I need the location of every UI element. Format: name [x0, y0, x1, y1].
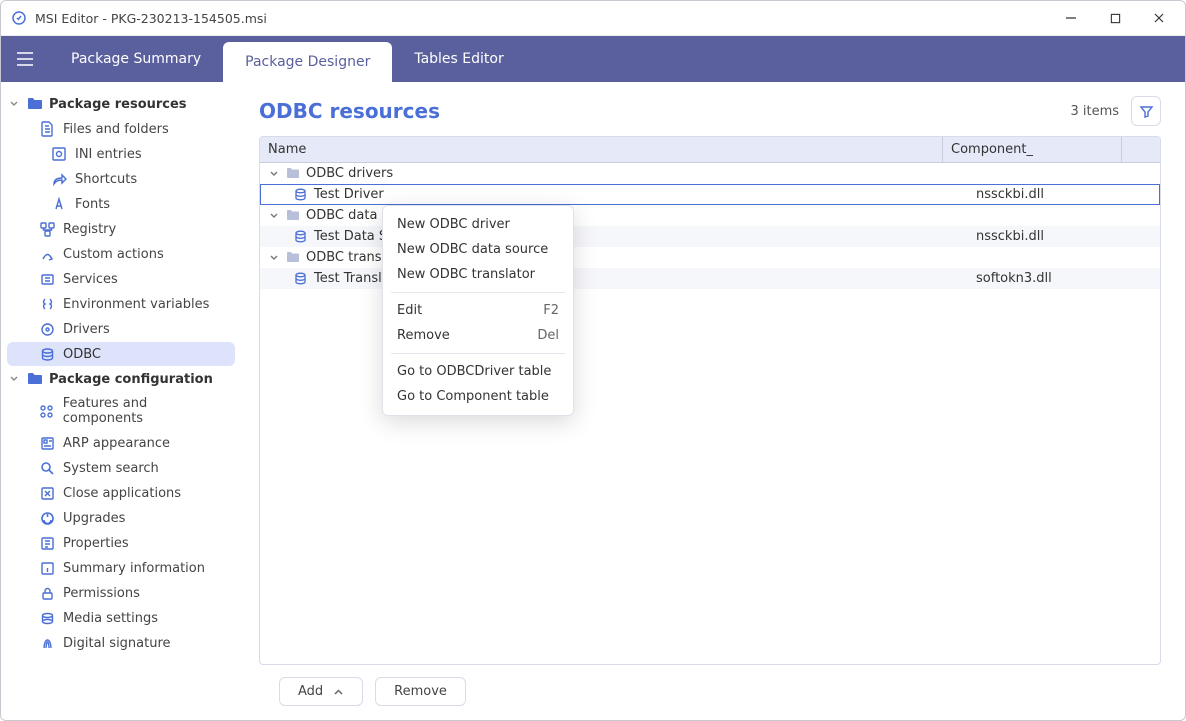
folder-icon: [27, 96, 43, 112]
chevron-down-icon[interactable]: [268, 252, 280, 264]
services-icon: [39, 271, 55, 287]
table-row[interactable]: ODBC drivers: [260, 163, 1160, 184]
ini-icon: [51, 146, 67, 162]
col-extra: [1122, 137, 1160, 162]
col-name[interactable]: Name: [260, 137, 943, 162]
remove-button[interactable]: Remove: [375, 677, 466, 706]
chevron-down-icon: [9, 374, 21, 384]
sidebar-group-label: Package configuration: [49, 372, 213, 387]
separator: [391, 353, 565, 354]
maximize-button[interactable]: [1093, 1, 1137, 35]
sidebar: Package resources Files and folders INI …: [1, 82, 245, 720]
page-title: ODBC resources: [259, 99, 440, 123]
chevron-up-icon: [333, 687, 344, 697]
minimize-button[interactable]: [1049, 1, 1093, 35]
sidebar-item-services[interactable]: Services: [7, 267, 235, 291]
tab-tables-editor[interactable]: Tables Editor: [392, 36, 525, 82]
chevron-down-icon[interactable]: [268, 168, 280, 180]
env-icon: [39, 296, 55, 312]
folder-icon: [27, 371, 43, 387]
ctx-goto-component-table[interactable]: Go to Component table: [383, 384, 573, 409]
features-icon: [39, 403, 55, 419]
lock-icon: [39, 585, 55, 601]
filter-button[interactable]: [1131, 96, 1161, 126]
ctx-new-driver[interactable]: New ODBC driver: [383, 212, 573, 237]
table-row[interactable]: Test Driver nssckbi.dll: [260, 184, 1160, 205]
window-title: MSI Editor - PKG-230213-154505.msi: [35, 11, 267, 26]
search-icon: [39, 460, 55, 476]
drivers-icon: [39, 321, 55, 337]
body: Package resources Files and folders INI …: [1, 82, 1185, 720]
database-icon: [294, 230, 308, 244]
sidebar-group-label: Package resources: [49, 97, 187, 112]
sidebar-item-shortcuts[interactable]: Shortcuts: [7, 167, 235, 191]
ctx-remove[interactable]: RemoveDel: [383, 323, 573, 348]
database-icon: [294, 188, 308, 202]
font-icon: [51, 196, 67, 212]
database-icon: [294, 272, 308, 286]
sidebar-item-ini[interactable]: INI entries: [7, 142, 235, 166]
titlebar: MSI Editor - PKG-230213-154505.msi: [1, 1, 1185, 36]
sidebar-item-upgrades[interactable]: Upgrades: [7, 506, 235, 530]
add-button[interactable]: Add: [279, 677, 363, 706]
upgrades-icon: [39, 510, 55, 526]
sidebar-item-signature[interactable]: Digital signature: [7, 631, 235, 655]
sidebar-item-permissions[interactable]: Permissions: [7, 581, 235, 605]
sidebar-item-odbc[interactable]: ODBC: [7, 342, 235, 366]
chevron-down-icon: [9, 99, 21, 109]
fingerprint-icon: [39, 635, 55, 651]
folder-icon: [286, 209, 300, 223]
hamburger-button[interactable]: [1, 36, 49, 82]
tab-package-designer[interactable]: Package Designer: [223, 42, 392, 82]
table-header: Name Component_: [260, 137, 1160, 163]
ctx-new-translator[interactable]: New ODBC translator: [383, 262, 573, 287]
registry-icon: [39, 221, 55, 237]
info-icon: [39, 560, 55, 576]
col-component[interactable]: Component_: [943, 137, 1122, 162]
ctx-goto-driver-table[interactable]: Go to ODBCDriver table: [383, 359, 573, 384]
sidebar-item-search[interactable]: System search: [7, 456, 235, 480]
media-icon: [39, 610, 55, 626]
arp-icon: [39, 435, 55, 451]
app-logo-icon: [11, 10, 27, 26]
sidebar-item-close-apps[interactable]: Close applications: [7, 481, 235, 505]
sidebar-group-config[interactable]: Package configuration: [3, 367, 239, 391]
sidebar-item-properties[interactable]: Properties: [7, 531, 235, 555]
sidebar-item-files[interactable]: Files and folders: [7, 117, 235, 141]
sidebar-group-resources[interactable]: Package resources: [3, 92, 239, 116]
shortcut-icon: [51, 171, 67, 187]
ctx-edit[interactable]: EditF2: [383, 298, 573, 323]
odbc-icon: [39, 346, 55, 362]
folder-icon: [286, 251, 300, 265]
sidebar-item-summary-info[interactable]: Summary information: [7, 556, 235, 580]
folder-icon: [286, 167, 300, 181]
ribbon: Package Summary Package Designer Tables …: [1, 36, 1185, 82]
properties-icon: [39, 535, 55, 551]
ctx-new-data-source[interactable]: New ODBC data source: [383, 237, 573, 262]
sidebar-item-features[interactable]: Features and components: [7, 392, 235, 430]
close-apps-icon: [39, 485, 55, 501]
separator: [391, 292, 565, 293]
sidebar-item-env-vars[interactable]: Environment variables: [7, 292, 235, 316]
tab-package-summary[interactable]: Package Summary: [49, 36, 223, 82]
sidebar-item-custom-actions[interactable]: Custom actions: [7, 242, 235, 266]
sidebar-item-arp[interactable]: ARP appearance: [7, 431, 235, 455]
sidebar-item-fonts[interactable]: Fonts: [7, 192, 235, 216]
app-window: MSI Editor - PKG-230213-154505.msi Packa…: [0, 0, 1186, 721]
main-header: ODBC resources 3 items: [259, 96, 1161, 126]
chevron-down-icon[interactable]: [268, 210, 280, 222]
action-icon: [39, 246, 55, 262]
items-count: 3 items: [1070, 104, 1119, 119]
sidebar-item-registry[interactable]: Registry: [7, 217, 235, 241]
close-button[interactable]: [1137, 1, 1181, 35]
footer-actions: Add Remove: [259, 665, 1161, 706]
file-icon: [39, 121, 55, 137]
sidebar-item-drivers[interactable]: Drivers: [7, 317, 235, 341]
context-menu: New ODBC driver New ODBC data source New…: [382, 205, 574, 416]
sidebar-item-media[interactable]: Media settings: [7, 606, 235, 630]
